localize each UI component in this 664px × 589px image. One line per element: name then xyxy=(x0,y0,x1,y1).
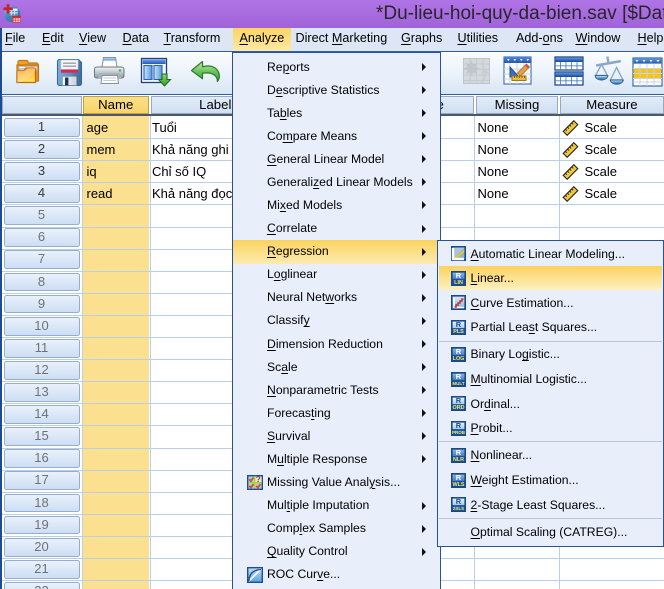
svg-text:R: R xyxy=(455,497,461,506)
svg-text:MULT: MULT xyxy=(452,381,464,386)
svg-text:2SLS: 2SLS xyxy=(452,506,463,511)
svg-text:PLS: PLS xyxy=(453,329,464,335)
svg-text:R: R xyxy=(455,473,461,482)
svg-text:R: R xyxy=(455,271,461,280)
svg-text:R: R xyxy=(455,372,461,381)
svg-text:LOG: LOG xyxy=(452,356,464,362)
svg-text:R: R xyxy=(455,347,461,356)
svg-text:R: R xyxy=(455,320,461,329)
svg-text:R: R xyxy=(455,448,461,457)
svg-text:?: ? xyxy=(256,475,261,484)
svg-text:ORD: ORD xyxy=(452,405,464,411)
svg-text:WLS: WLS xyxy=(452,482,464,488)
svg-text:R: R xyxy=(455,421,461,430)
svg-text:LIN: LIN xyxy=(454,280,463,286)
svg-text:PROB: PROB xyxy=(451,430,465,435)
svg-text:R: R xyxy=(455,396,461,405)
svg-text:NLR: NLR xyxy=(452,457,463,463)
